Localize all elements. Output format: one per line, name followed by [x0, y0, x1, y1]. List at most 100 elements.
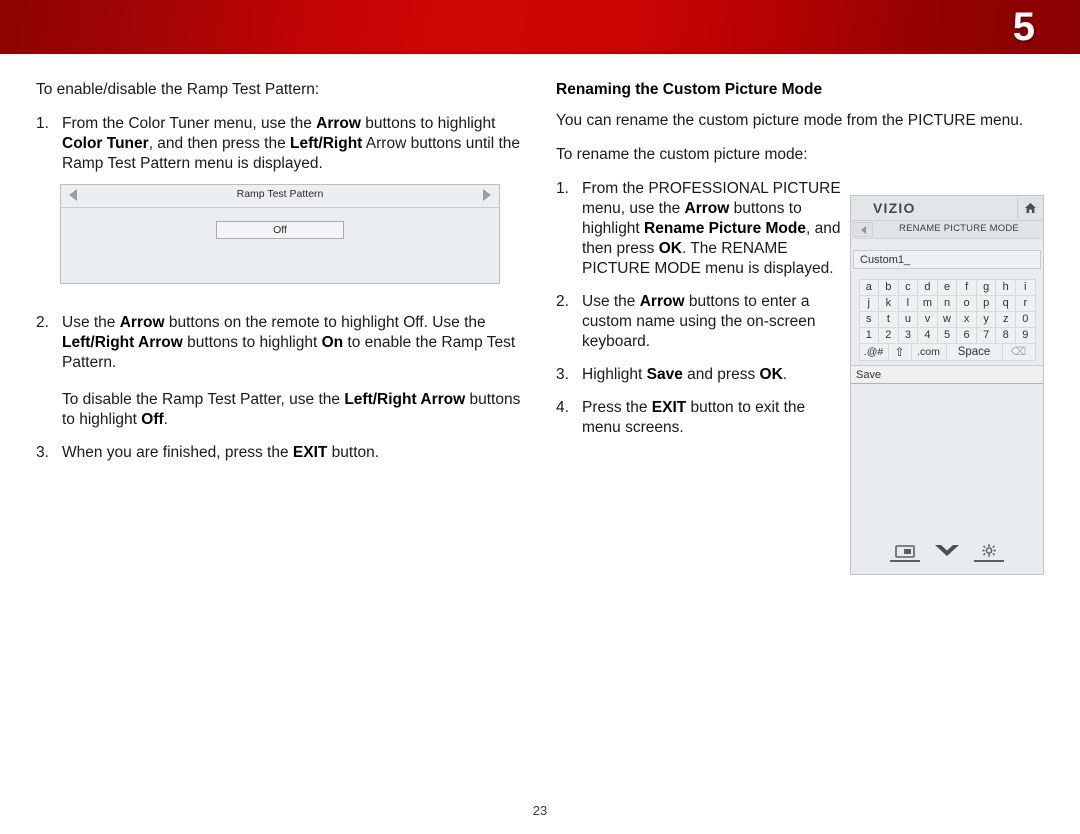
key-x[interactable]: x — [956, 310, 977, 328]
key-l[interactable]: l — [897, 294, 919, 312]
key-3[interactable]: 3 — [897, 326, 919, 344]
key-r[interactable]: r — [1015, 294, 1036, 312]
left-step-3-t1: When you are finished, press the — [62, 444, 293, 461]
tv-empty-area — [851, 384, 1043, 504]
tv-menu-title: RENAME PICTURE MODE — [899, 223, 1019, 234]
right-step-4-t1: Press the — [582, 399, 652, 416]
right-step-2-b1: Arrow — [639, 293, 685, 310]
right-step-3-number: 3. — [556, 366, 569, 383]
left-step-1-t1: From the Color Tuner menu, use the — [62, 115, 317, 132]
key-5[interactable]: 5 — [936, 326, 958, 344]
key-i[interactable]: i — [1015, 278, 1036, 296]
key-y[interactable]: y — [975, 310, 997, 328]
ramp-figure-title: Ramp Test Pattern — [236, 188, 324, 200]
home-icon[interactable] — [1017, 196, 1043, 219]
left-step-1-b2: Color Tuner — [62, 135, 149, 152]
left-step-2-b3: On — [321, 334, 344, 351]
chevron-down-icon[interactable] — [932, 543, 962, 562]
backspace-icon[interactable]: ⌫ — [1001, 342, 1036, 361]
key-s[interactable]: s — [858, 310, 880, 328]
right-step-4-b1: EXIT — [651, 399, 687, 416]
tv-footer-icons — [851, 543, 1043, 562]
key-n[interactable]: n — [936, 294, 958, 312]
left-step-2-sub-b2: Off — [141, 411, 164, 428]
key-c[interactable]: c — [897, 278, 919, 296]
page-number: 23 — [532, 803, 548, 818]
triangle-left-icon[interactable] — [853, 222, 873, 237]
right-paragraph-1: You can rename the custom picture mode f… — [556, 112, 1024, 129]
left-step-1-b1: Arrow — [316, 115, 361, 132]
key-dotcom[interactable]: .com — [910, 342, 947, 361]
key-u[interactable]: u — [897, 310, 919, 328]
keyboard-row-1: a b c d e f g h i — [858, 278, 1036, 296]
key-t[interactable]: t — [878, 310, 899, 328]
left-step-2-t2: buttons on the remote to highlight Off. … — [164, 314, 486, 331]
key-z[interactable]: z — [995, 310, 1016, 328]
key-4[interactable]: 4 — [917, 326, 938, 344]
keyboard-row-3: s t u v w x y z 0 — [858, 310, 1036, 328]
key-k[interactable]: k — [878, 294, 899, 312]
key-q[interactable]: q — [995, 294, 1016, 312]
left-intro-paragraph: To enable/disable the Ramp Test Pattern: — [36, 81, 320, 98]
key-2[interactable]: 2 — [878, 326, 899, 344]
triangle-right-icon[interactable] — [483, 189, 491, 201]
save-menu-item[interactable]: Save — [851, 365, 1043, 384]
key-w[interactable]: w — [936, 310, 958, 328]
section-heading: Renaming the Custom Picture Mode — [556, 81, 823, 98]
left-step-2-subparagraph: To disable the Ramp Test Patter, use the… — [62, 390, 536, 430]
key-o[interactable]: o — [956, 294, 977, 312]
right-step-1-b1: Arrow — [684, 200, 730, 217]
rename-input-field[interactable]: Custom1_ — [853, 250, 1041, 269]
right-step-3-t2: and press — [682, 366, 760, 383]
right-step-1-b2: Rename Picture Mode — [644, 220, 806, 237]
right-step-1-b3: OK — [658, 240, 682, 257]
key-e[interactable]: e — [936, 278, 958, 296]
key-v[interactable]: v — [917, 310, 938, 328]
on-screen-keyboard: a b c d e f g h i j k l m n o p q r s t … — [858, 278, 1036, 361]
keyboard-row-2: j k l m n o p q r — [858, 294, 1036, 312]
ramp-figure-title-row: Ramp Test Pattern — [61, 185, 499, 208]
picture-icon-underline — [890, 560, 920, 562]
gear-icon[interactable] — [974, 544, 1004, 562]
gear-icon-underline — [974, 560, 1004, 562]
left-step-2-b1: Arrow — [119, 314, 165, 331]
shift-icon[interactable]: ⇧ — [887, 342, 912, 361]
key-f[interactable]: f — [956, 278, 977, 296]
ramp-value-button[interactable]: Off — [216, 221, 344, 239]
tv-brand-bar: VIZIO — [851, 196, 1043, 221]
tv-osd-panel: VIZIO RENAME PICTURE MODE Custom1_ a b c… — [850, 195, 1044, 575]
picture-icon[interactable] — [890, 545, 920, 562]
key-m[interactable]: m — [917, 294, 938, 312]
right-step-2-number: 2. — [556, 293, 569, 310]
key-d[interactable]: d — [917, 278, 938, 296]
key-7[interactable]: 7 — [975, 326, 997, 344]
key-b[interactable]: b — [878, 278, 899, 296]
left-step-2-t1: Use the — [62, 314, 120, 331]
key-j[interactable]: j — [858, 294, 880, 312]
key-0[interactable]: 0 — [1015, 310, 1036, 328]
left-steps-list-2: 2. Use the Arrow buttons on the remote to… — [36, 313, 536, 463]
right-step-4: 4. Press the EXIT button to exit the menu… — [556, 398, 841, 438]
chapter-number: 5 — [1012, 5, 1035, 49]
right-steps-list: 1. From the PROFESSIONAL PICTURE menu, us… — [556, 179, 841, 438]
key-8[interactable]: 8 — [995, 326, 1016, 344]
key-h[interactable]: h — [995, 278, 1016, 296]
key-space[interactable]: Space — [945, 342, 1003, 361]
left-step-3-t2: button. — [327, 444, 380, 461]
left-step-2-sub-t1: To disable the Ramp Test Patter, use the — [62, 391, 345, 408]
key-1[interactable]: 1 — [858, 326, 880, 344]
left-step-2-t3: buttons to highlight — [182, 334, 322, 351]
key-6[interactable]: 6 — [956, 326, 977, 344]
left-step-3-b1: EXIT — [292, 444, 328, 461]
left-step-3: 3. When you are finished, press the EXIT … — [36, 443, 536, 463]
key-g[interactable]: g — [975, 278, 997, 296]
tv-spacer-top — [851, 239, 1043, 250]
left-step-2-sub-t3: . — [163, 411, 168, 428]
key-p[interactable]: p — [975, 294, 997, 312]
chevron-icon-underline — [932, 560, 962, 562]
right-paragraph-2: To rename the custom picture mode: — [556, 146, 808, 163]
key-a[interactable]: a — [858, 278, 880, 296]
key-9[interactable]: 9 — [1015, 326, 1036, 344]
key-symbols[interactable]: .@# — [858, 342, 889, 361]
left-step-1: 1. From the Color Tuner menu, use the Arr… — [36, 114, 536, 174]
